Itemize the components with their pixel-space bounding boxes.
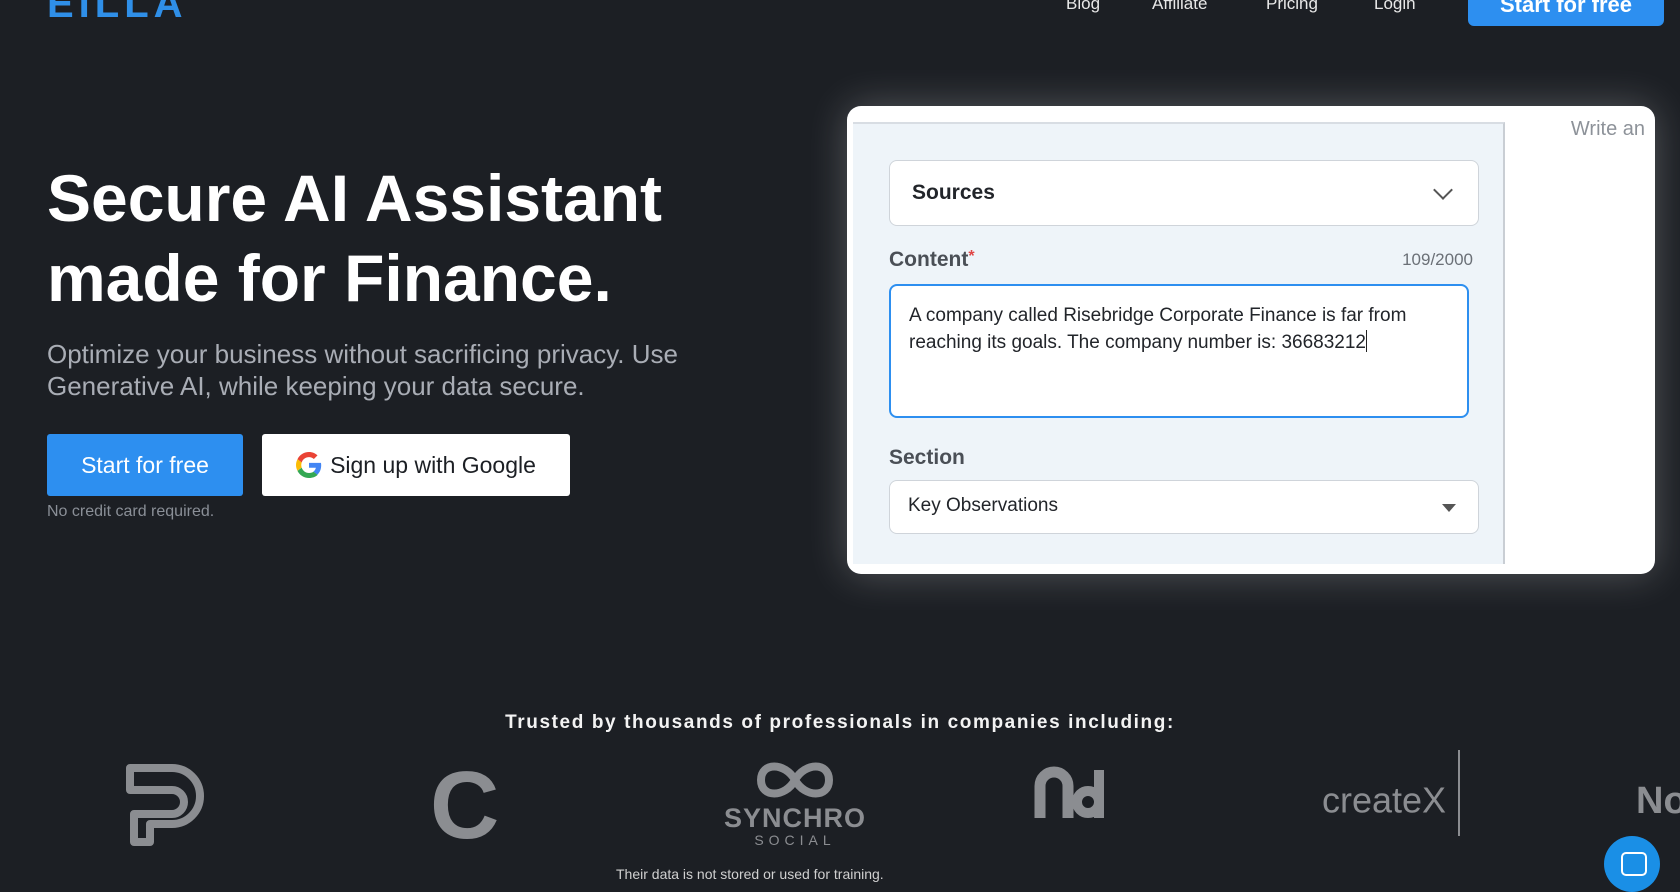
section-value: Key Observations	[908, 495, 1058, 516]
chat-icon	[1621, 852, 1647, 876]
privacy-footnote: Their data is not stored or used for tra…	[616, 866, 884, 882]
hero-subtitle: Optimize your business without sacrifici…	[47, 339, 678, 401]
content-label-text: Content	[889, 248, 969, 271]
content-text: A company called Risebridge Corporate Fi…	[909, 302, 1449, 356]
char-counter: 109/2000	[1402, 250, 1473, 269]
no-credit-card-note: No credit card required.	[47, 503, 215, 520]
partial-brand-logo: No	[1636, 780, 1680, 822]
createx-divider	[1458, 750, 1461, 836]
hero-title: Secure AI Assistant made for Finance.	[47, 161, 663, 315]
content-label: Content*	[889, 248, 975, 272]
google-signup-button[interactable]: Sign up with Google	[262, 434, 570, 496]
editor-panel: Sources Content* 109/2000 A company call…	[853, 122, 1505, 564]
trusted-heading: Trusted by thousands of professionals in…	[505, 712, 1175, 733]
text-caret	[1365, 330, 1368, 352]
sources-dropdown[interactable]: Sources	[889, 160, 1479, 226]
p-brand-logo	[126, 764, 204, 846]
content-value: A company called Risebridge Corporate Fi…	[909, 305, 1407, 353]
nd-brand-logo	[1034, 766, 1104, 818]
nav-pricing[interactable]: Pricing	[1266, 0, 1318, 14]
synchro-social-logo: SYNCHRO SOCIAL	[720, 758, 870, 848]
brand-logo[interactable]: EILLA	[47, 0, 188, 27]
createx-text: createX	[1322, 779, 1447, 821]
start-free-button[interactable]: Start for free	[47, 434, 243, 496]
synchro-name: SYNCHRO	[723, 803, 866, 833]
google-icon	[296, 452, 322, 478]
section-label: Section	[889, 446, 965, 469]
createx-logo: createX	[1322, 750, 1461, 836]
required-mark: *	[968, 248, 975, 265]
write-hint: Write an	[1570, 118, 1645, 140]
app-preview-card: Write an Sources Content* 109/2000 A com…	[847, 106, 1655, 574]
section-dropdown[interactable]: Key Observations	[889, 480, 1479, 534]
nav-blog[interactable]: Blog	[1066, 0, 1100, 14]
nav-affiliate[interactable]: Affiliate	[1152, 0, 1207, 14]
nav-login[interactable]: Login	[1374, 0, 1416, 14]
chevron-down-icon	[1433, 180, 1453, 200]
caret-down-icon	[1442, 504, 1456, 512]
infinity-icon	[756, 762, 834, 798]
header-start-button[interactable]: Start for free	[1468, 0, 1664, 26]
synchro-sub: SOCIAL	[754, 832, 836, 848]
content-textarea[interactable]: A company called Risebridge Corporate Fi…	[889, 284, 1469, 418]
google-button-label: Sign up with Google	[330, 451, 536, 478]
sources-label: Sources	[912, 181, 995, 204]
chat-launcher-button[interactable]	[1604, 836, 1660, 892]
c-brand-logo: C	[430, 752, 500, 859]
